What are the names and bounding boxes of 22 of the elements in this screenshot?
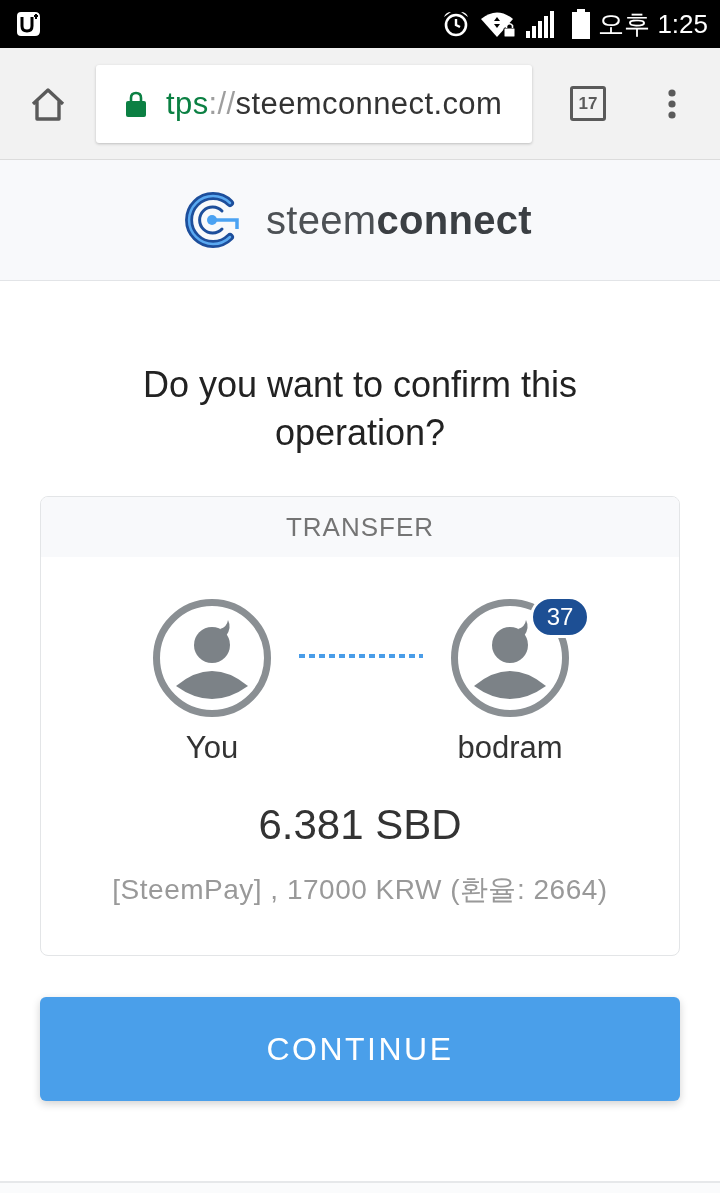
clock-time: 오후 1:25 (598, 9, 708, 39)
tab-count-button[interactable]: 17 (570, 86, 606, 121)
transfer-amount: 6.381 SBD (258, 800, 462, 850)
card-title: TRANSFER (41, 497, 679, 557)
logo-text: steemconnect (266, 197, 532, 243)
confirm-question: Do you want to confirm this operation? (141, 363, 579, 455)
transfer-memo: [SteemPay] , 17000 KRW (환율: 2664) (112, 873, 608, 907)
signal-icon (526, 10, 557, 38)
logo-icon (184, 191, 241, 249)
app-logo-icon (14, 10, 42, 38)
home-icon[interactable] (30, 85, 66, 122)
avatar-icon (152, 598, 272, 718)
alarm-clock-icon (442, 10, 471, 38)
number-badge: 37 (530, 596, 590, 638)
battery-icon (572, 9, 591, 39)
address-bar[interactable]: tps://steemconnect.com (96, 64, 532, 143)
lock-icon (126, 90, 146, 117)
user-name: bodram (457, 730, 563, 766)
wifi-icon (480, 10, 517, 38)
user-name: You (185, 730, 239, 766)
menu-icon[interactable] (667, 88, 677, 119)
url-text: tps://steemconnect.com (166, 84, 503, 123)
